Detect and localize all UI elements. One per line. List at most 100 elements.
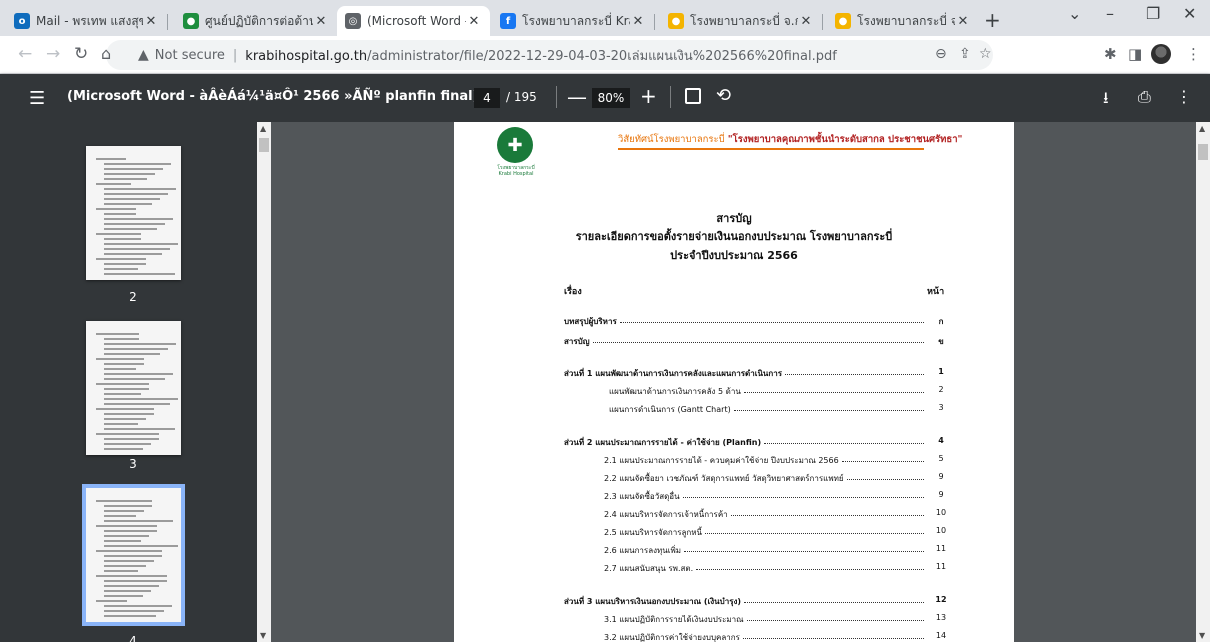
separator: |: [232, 47, 238, 63]
toc-entry-label: สารบัญ: [564, 337, 590, 346]
scroll-up-arrow-icon[interactable]: ▲: [1199, 124, 1205, 133]
toc-entry-page: 1: [938, 367, 944, 376]
viewer-scrollbar[interactable]: ▲ ▼: [1196, 122, 1210, 642]
scroll-thumb[interactable]: [1198, 144, 1208, 160]
fit-to-page-icon[interactable]: [685, 88, 701, 104]
bookmark-star-icon[interactable]: ☆: [979, 46, 992, 62]
browser-tab[interactable]: ● โรงพยาบาลกระบี่ จ.กระบี่✕: [660, 6, 822, 36]
thumbnail-text-line: [104, 373, 173, 375]
toc-leader-dots: [842, 461, 924, 462]
document-title: (Microsoft Word - àÂèÁá¼¹ä¤Ô¹ 2566 »ÃÑº …: [67, 89, 479, 104]
thumbnail-text-line: [104, 168, 163, 170]
tab-close-icon[interactable]: ✕: [955, 14, 971, 29]
toc-entry: 2.6 แผนการลงทุนเพิ่ม 11: [454, 544, 1014, 557]
toc-entry-page: 4: [938, 436, 944, 445]
toc-leader-dots: [731, 515, 924, 516]
download-icon[interactable]: ⭳: [1103, 87, 1109, 114]
thumbnail-text-line: [104, 398, 178, 400]
toc-entry-page: ก: [938, 317, 944, 326]
toc-leader-dots: [764, 443, 924, 444]
warning-triangle-icon[interactable]: ▲: [138, 47, 149, 63]
page-number-input[interactable]: 4: [474, 88, 500, 108]
tab-favicon-icon: o: [14, 13, 30, 29]
thumbnail-text-line: [104, 203, 152, 205]
thumbnail-text-line: [104, 353, 160, 355]
thumbnail-text-line: [104, 565, 146, 567]
browser-tab[interactable]: ● ศูนย์ปฏิบัติการต่อต้านการ✕: [175, 6, 337, 36]
thumbnail-page-number: 2: [129, 290, 137, 304]
tab-close-icon[interactable]: ✕: [143, 14, 159, 29]
thumbnail-text-line: [104, 443, 151, 445]
divider: [670, 86, 671, 108]
browser-tab[interactable]: ◎ (Microsoft Word - àÂèÁá¼¹ä✕: [337, 6, 490, 36]
reload-icon[interactable]: ↻: [74, 44, 88, 64]
menu-hamburger-icon[interactable]: ☰: [29, 88, 45, 109]
forward-arrow-icon[interactable]: →: [46, 44, 60, 64]
print-icon[interactable]: ⎙: [1138, 87, 1151, 107]
url-text[interactable]: krabihospital.go.th/administrator/file/2…: [245, 45, 837, 66]
new-tab-button[interactable]: +: [984, 8, 1001, 32]
thumbnail-text-line: [104, 248, 170, 250]
thumbnail-text-line: [96, 258, 146, 260]
header-underline: [618, 148, 924, 150]
page-thumbnail[interactable]: [86, 146, 181, 280]
toc-entry-page: 13: [935, 613, 947, 622]
not-secure-label[interactable]: Not secure: [155, 48, 225, 63]
zoom-in-button[interactable]: +: [640, 84, 657, 108]
zoom-input[interactable]: 80%: [592, 88, 630, 108]
toc-entry-label: แผนการดำเนินการ (Gantt Chart): [609, 405, 731, 414]
thumbnail-text-line: [104, 178, 147, 180]
thumbnail-text-line: [104, 605, 172, 607]
col-page-header: หน้า: [927, 287, 945, 297]
toc-entry-label: ส่วนที่ 3 แผนบริหารเงินนอกงบประมาณ (เงิน…: [564, 597, 742, 606]
zoom-out-button[interactable]: —: [567, 85, 587, 109]
toc-entry: แผนการดำเนินการ (Gantt Chart) 3: [454, 403, 1014, 416]
tab-search-chevron-icon[interactable]: ⌄: [1068, 4, 1081, 23]
browser-tab[interactable]: f โรงพยาบาลกระบี่ Krabi h✕: [492, 6, 654, 36]
extensions-puzzle-icon[interactable]: ✱: [1104, 45, 1117, 63]
scroll-down-arrow-icon[interactable]: ▼: [1199, 631, 1205, 640]
tab-close-icon[interactable]: ✕: [313, 14, 329, 29]
thumbnail-text-line: [104, 253, 162, 255]
scroll-thumb[interactable]: [259, 138, 269, 152]
browser-tab[interactable]: o Mail - พรเทพ แสงสุข -✕: [6, 6, 167, 36]
thumbnail-sidebar: 2 3 4: [0, 122, 257, 642]
scroll-down-arrow-icon[interactable]: ▼: [260, 631, 266, 640]
share-icon[interactable]: ⇪: [959, 46, 971, 62]
tab-close-icon[interactable]: ✕: [630, 14, 646, 29]
home-icon-glyph[interactable]: ⌂: [101, 44, 111, 63]
minimize-button[interactable]: –: [1106, 4, 1114, 23]
divider: [556, 86, 557, 108]
tab-title: (Microsoft Word - àÂèÁá¼¹ä: [367, 14, 466, 28]
browser-tab[interactable]: ● โรงพยาบาลกระบี่ จ.กระบี่✕: [827, 6, 979, 36]
page-thumbnail[interactable]: [82, 484, 185, 626]
vision-text: "โรงพยาบาลคุณภาพชั้นนำระดับสากล ประชาชนศ…: [727, 134, 963, 145]
tab-separator: [654, 14, 655, 30]
profile-avatar[interactable]: [1151, 44, 1171, 64]
address-bar[interactable]: ▲ Not secure | krabihospital.go.th/admin…: [106, 40, 993, 70]
restore-button[interactable]: ❐: [1146, 4, 1160, 23]
scroll-up-arrow-icon[interactable]: ▲: [260, 124, 266, 133]
close-window-button[interactable]: ✕: [1183, 4, 1196, 23]
tab-title: Mail - พรเทพ แสงสุข -: [36, 13, 143, 28]
pdf-viewer: ✚ โรงพยาบาลกระบี่ Krabi Hospital วิสัยทั…: [271, 122, 1196, 642]
thumbnail-text-line: [104, 243, 178, 245]
back-arrow-icon[interactable]: ←: [18, 44, 32, 64]
tab-close-icon[interactable]: ✕: [466, 14, 482, 29]
zoom-icon[interactable]: ⊖: [935, 46, 947, 62]
more-actions-icon[interactable]: ⋮: [1176, 87, 1192, 106]
rotate-icon[interactable]: ⟲: [716, 85, 731, 106]
page-thumbnail[interactable]: [86, 321, 181, 455]
toc-leader-dots: [744, 392, 924, 393]
thumbnail-text-line: [104, 590, 151, 592]
thumbnail-text-line: [104, 418, 146, 420]
toc-leader-dots: [696, 569, 924, 570]
thumbnail-text-line: [104, 388, 149, 390]
tab-close-icon[interactable]: ✕: [798, 14, 814, 29]
toc-entry: บทสรุปผู้บริหาร ก: [454, 315, 1014, 328]
more-menu-icon[interactable]: ⋮: [1186, 45, 1201, 63]
side-panel-icon[interactable]: ◨: [1128, 45, 1142, 63]
sidebar-scrollbar[interactable]: ▲ ▼: [257, 122, 271, 642]
toc-leader-dots: [684, 551, 924, 552]
thumbnail-text-line: [104, 595, 143, 597]
